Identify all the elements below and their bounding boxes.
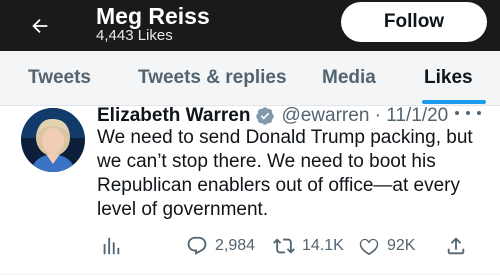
tab-tweets-replies[interactable]: Tweets & replies (138, 51, 287, 105)
analytics-button[interactable] (100, 232, 122, 260)
reply-button[interactable]: 2,984 (186, 232, 255, 260)
like-count: 92K (387, 237, 416, 254)
reply-icon (187, 236, 207, 255)
more-options-icon[interactable] (455, 104, 481, 122)
heart-icon (359, 238, 379, 256)
follow-button[interactable]: Follow (341, 2, 487, 42)
profile-likes-count: 4,443 Likes (96, 27, 173, 44)
avatar-portrait (21, 108, 85, 172)
author-name[interactable]: Elizabeth Warren (97, 105, 250, 127)
back-button[interactable] (18, 4, 62, 48)
retweet-icon (273, 238, 295, 254)
profile-name: Meg Reiss (96, 3, 210, 29)
author-avatar[interactable] (21, 108, 85, 172)
analytics-icon (103, 237, 120, 255)
tab-media[interactable]: Media (322, 51, 376, 105)
tweet-actions: 2,984 14.1K 92K (0, 232, 500, 262)
retweet-count: 14.1K (302, 237, 344, 254)
like-button[interactable]: 92K (358, 232, 415, 260)
author-handle-date: @ewarren · 11/1/20 (281, 105, 449, 126)
reply-count: 2,984 (215, 237, 256, 254)
share-button[interactable] (445, 232, 467, 260)
tab-tweets[interactable]: Tweets (28, 51, 91, 105)
arrow-left-icon (32, 18, 48, 34)
retweet-button[interactable]: 14.1K (273, 232, 344, 260)
tweet-text: We need to send Donald Trump packing, bu… (97, 127, 473, 220)
verified-badge-icon (255, 106, 275, 126)
profile-header: Meg Reiss 4,443 Likes Follow (0, 0, 500, 51)
profile-tabs: Tweets Tweets & replies Media Likes (0, 51, 500, 106)
tab-likes[interactable]: Likes (424, 51, 473, 105)
tweet-divider (0, 274, 500, 275)
share-icon (447, 237, 465, 255)
